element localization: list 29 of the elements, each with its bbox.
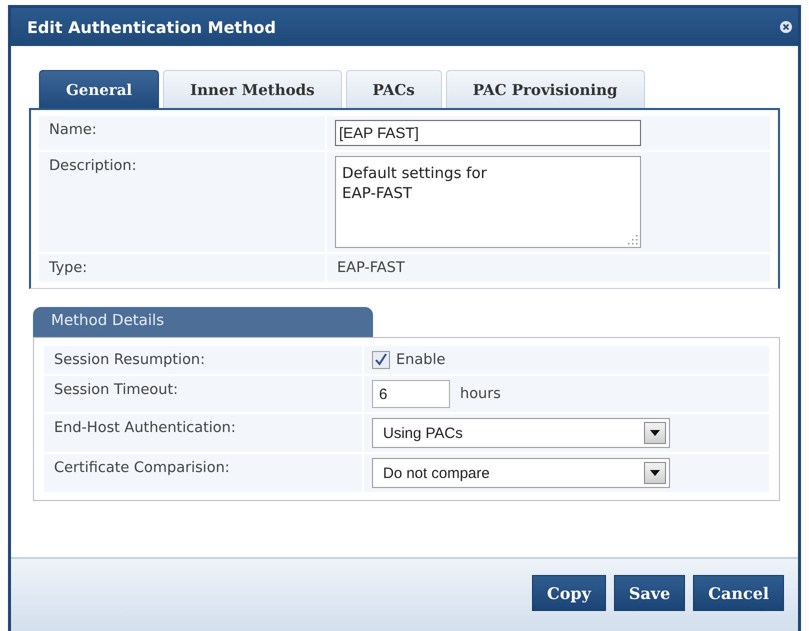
window-title: Edit Authentication Method (27, 18, 276, 36)
tab[interactable]: General (39, 70, 160, 108)
field-label: End-Host Authentication: (44, 414, 362, 452)
unit-label: hours (460, 386, 501, 402)
dialog-button[interactable]: Save (614, 575, 686, 611)
dropdown[interactable]: Do not compare (372, 458, 670, 488)
field-label: Description: (39, 152, 325, 252)
dropdown[interactable]: Using PACs (372, 418, 670, 448)
section-header: Method Details (33, 307, 373, 337)
field-label: Session Timeout: (44, 376, 362, 412)
checkbox-label: Enable (396, 352, 446, 368)
dialog-button[interactable]: Copy (532, 575, 606, 611)
type-value: EAP-FAST (336, 260, 405, 276)
tab[interactable]: PAC Provisioning (446, 70, 644, 108)
checkbox[interactable] (372, 351, 390, 369)
caret-icon (650, 430, 660, 436)
field-label: Type: (39, 254, 325, 282)
field-label: Name: (39, 116, 325, 150)
caret-icon (650, 470, 660, 476)
name-field[interactable]: [EAP FAST] (335, 120, 641, 146)
resize-grip-icon[interactable] (628, 235, 638, 245)
timeout-field[interactable]: 6 (372, 380, 450, 408)
field-label: Certificate Comparision: (44, 454, 362, 492)
close-icon[interactable] (780, 21, 792, 33)
field-label: Session Resumption: (44, 346, 362, 374)
description-field[interactable]: Default settings for EAP-FAST (335, 156, 641, 248)
tab[interactable]: PACs (346, 70, 442, 108)
dialog-button[interactable]: Cancel (693, 575, 784, 611)
tab[interactable]: Inner Methods (163, 70, 342, 108)
